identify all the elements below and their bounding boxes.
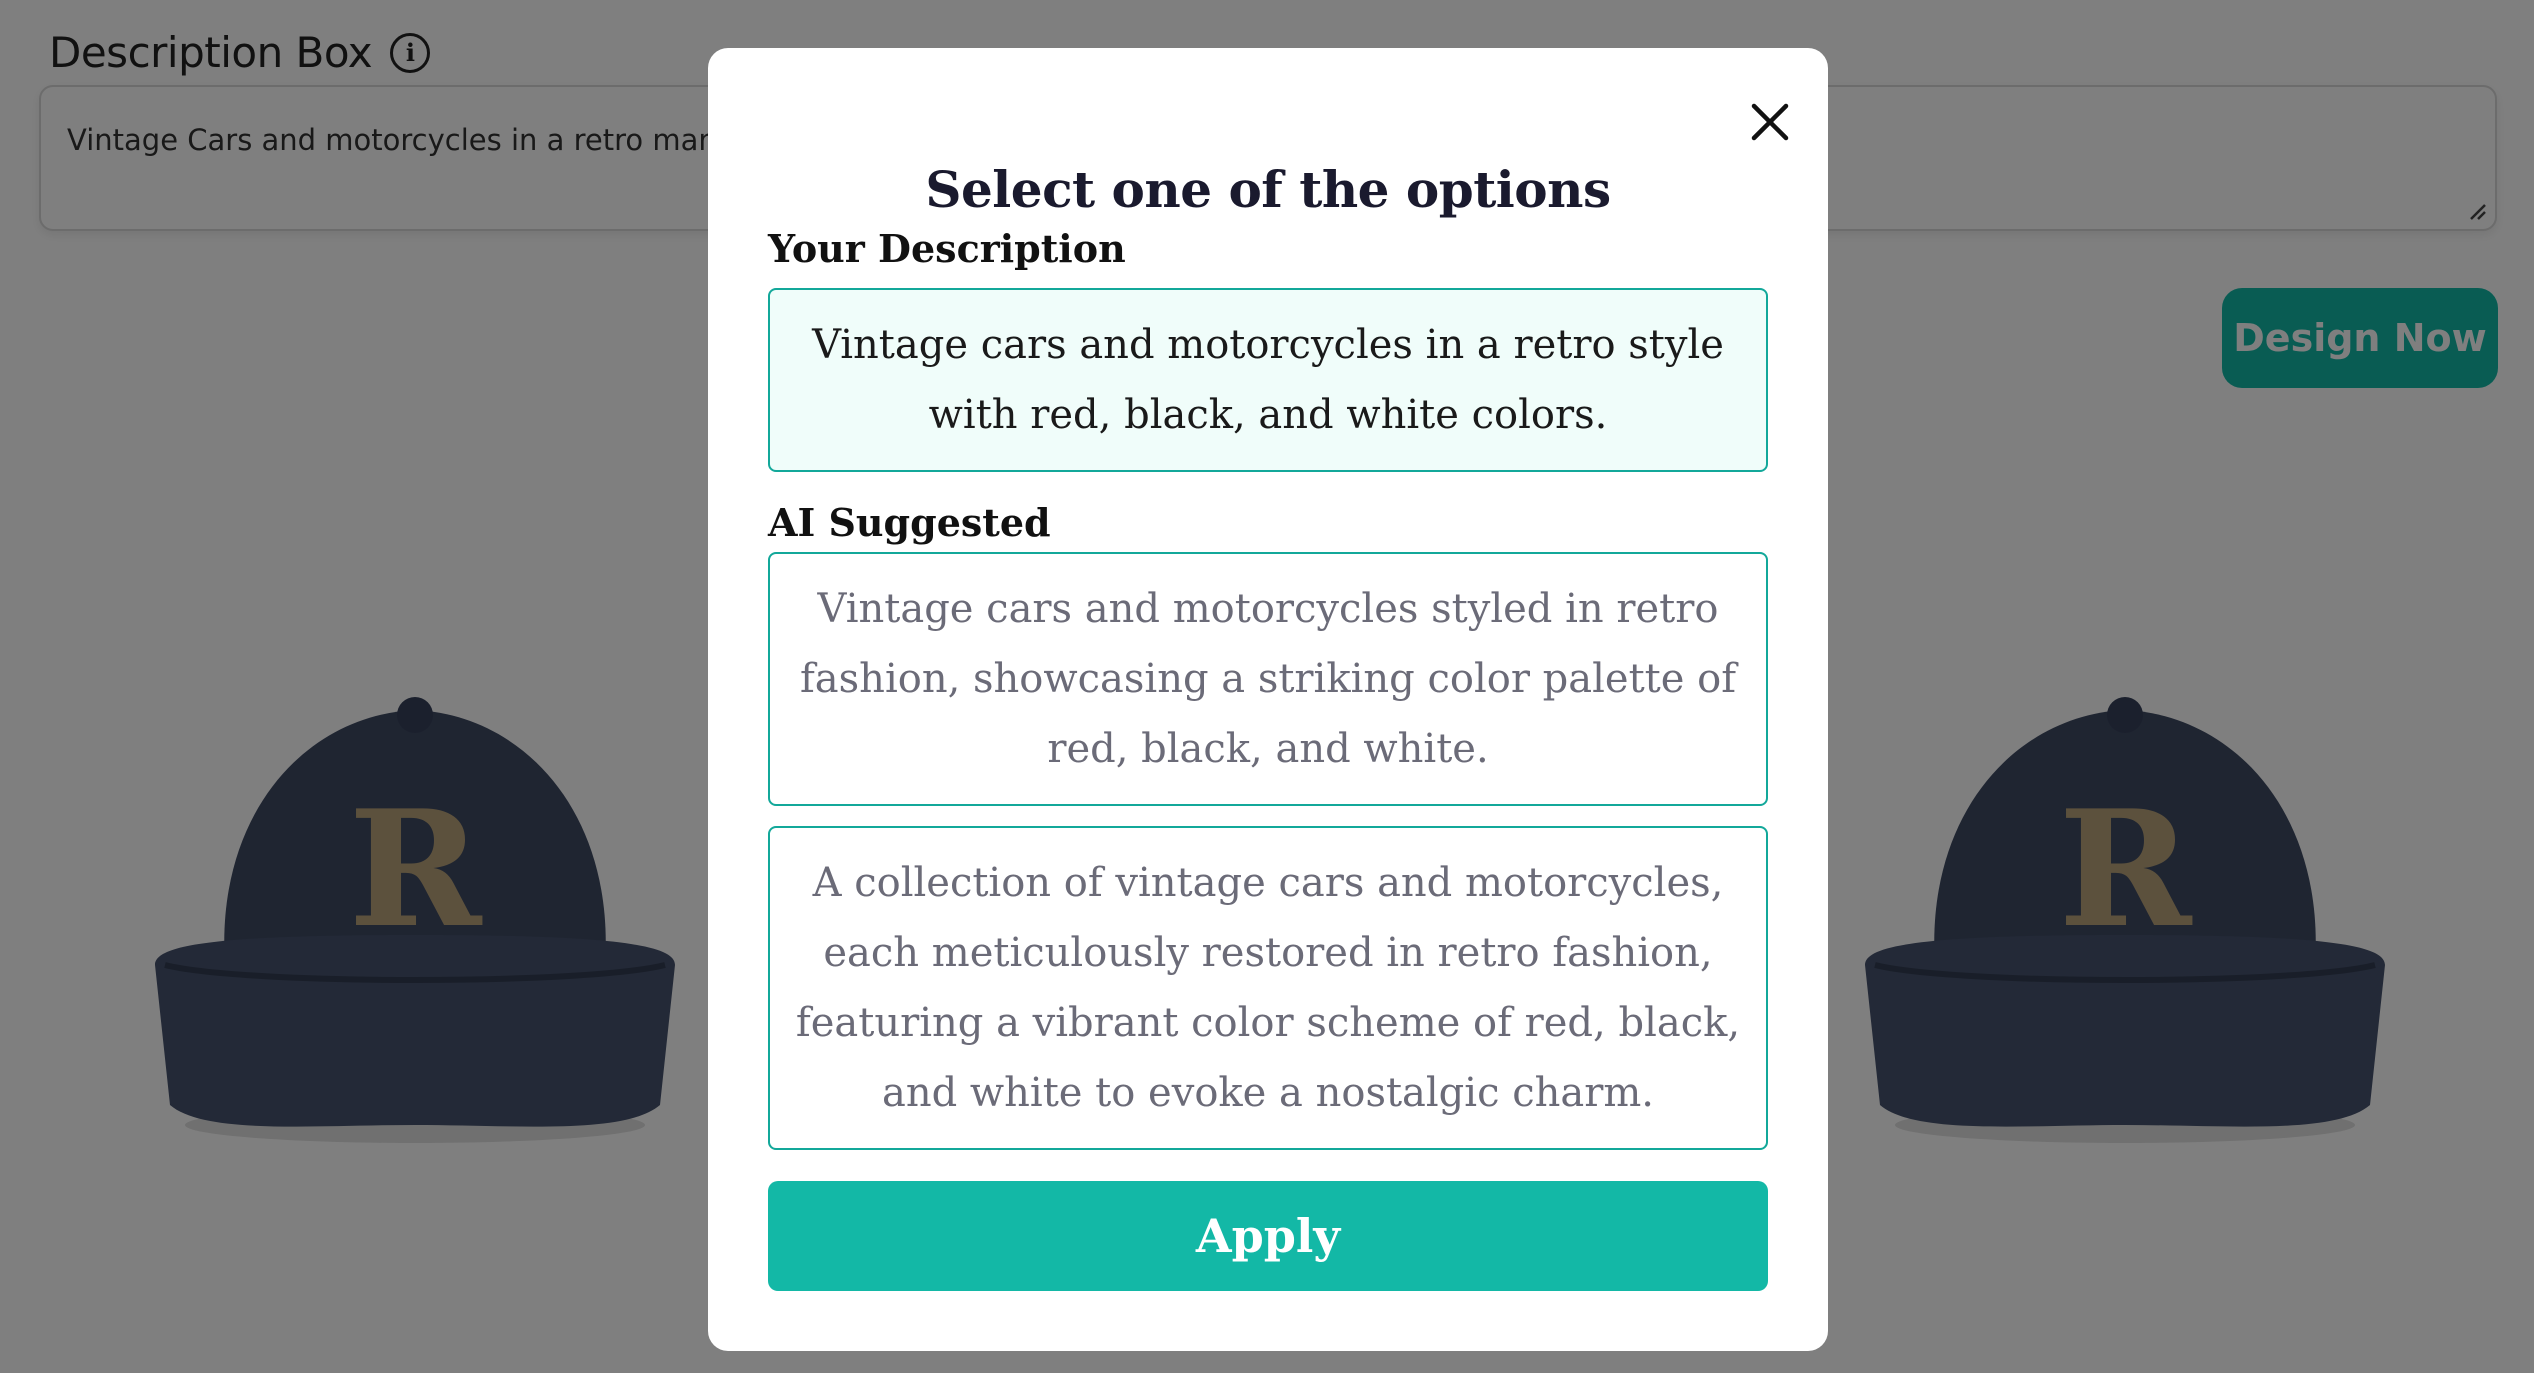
apply-button[interactable]: Apply: [768, 1181, 1768, 1291]
modal-title: Select one of the options: [925, 160, 1611, 219]
ai-suggested-label: AI Suggested: [768, 500, 1051, 545]
option-ai-suggestion-1[interactable]: Vintage cars and motorcycles styled in r…: [768, 552, 1768, 806]
option-text: Vintage cars and motorcycles styled in r…: [800, 586, 1736, 772]
close-icon: [1751, 103, 1789, 141]
select-option-modal: Select one of the options Your Descripti…: [708, 48, 1828, 1351]
close-button[interactable]: [1738, 90, 1802, 154]
your-description-label: Your Description: [768, 226, 1126, 271]
option-ai-suggestion-2[interactable]: A collection of vintage cars and motorcy…: [768, 826, 1768, 1150]
option-text: Vintage cars and motorcycles in a retro …: [812, 322, 1724, 438]
option-your-description[interactable]: Vintage cars and motorcycles in a retro …: [768, 288, 1768, 472]
option-text: A collection of vintage cars and motorcy…: [795, 860, 1741, 1116]
